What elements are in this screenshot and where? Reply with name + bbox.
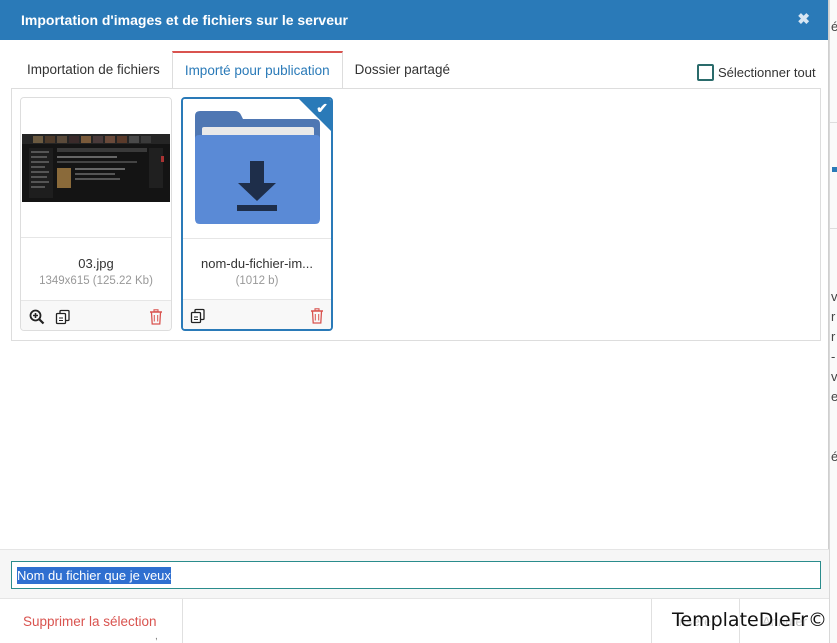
copy-icon[interactable] — [189, 307, 207, 325]
file-card-selected[interactable]: ✔ nom-du-fichier-im... (1012 b) — [181, 97, 333, 331]
background-text: r — [831, 329, 836, 344]
filename-value: Nom du fichier que je veux — [17, 566, 171, 584]
close-icon[interactable]: ✖ — [797, 10, 810, 28]
background-text: v — [831, 289, 837, 304]
zoom-icon[interactable] — [28, 308, 46, 326]
file-name: nom-du-fichier-im... — [201, 256, 313, 271]
watermark: TemplateDIeFr© — [672, 609, 827, 631]
background-page: é v r r - v e é — [829, 0, 837, 643]
tab-shared-folder[interactable]: Dossier partagé — [343, 51, 462, 88]
tab-file-import[interactable]: Importation de fichiers — [15, 51, 172, 88]
select-all-checkbox[interactable] — [697, 64, 714, 81]
filename-input[interactable]: Nom du fichier que je veux — [11, 561, 821, 589]
file-grid: 03.jpg 1349x615 (125.22 Kb) ✔ nom-du-fic… — [11, 88, 821, 341]
background-text: - — [831, 349, 836, 364]
background-text: r — [831, 309, 836, 324]
check-icon: ✔ — [316, 100, 328, 116]
select-all-toggle[interactable]: Sélectionner tout — [697, 64, 816, 81]
file-name: 03.jpg — [78, 256, 114, 271]
dialog-header: Importation d'images et de fichiers sur … — [0, 0, 828, 40]
tab-imported-for-publication[interactable]: Importé pour publication — [171, 51, 343, 89]
background-divider — [830, 122, 837, 123]
file-card[interactable]: 03.jpg 1349x615 (125.22 Kb) — [20, 97, 172, 331]
screenshot-thumbnail — [21, 98, 171, 238]
tab-bar: Importation de fichiers Importé pour pub… — [15, 51, 462, 89]
file-meta: 1349x615 (125.22 Kb) — [39, 275, 153, 287]
copy-icon[interactable] — [54, 308, 72, 326]
card-actions — [183, 299, 331, 329]
filename-bar: Nom du fichier que je veux — [0, 549, 829, 599]
background-text: é — [831, 19, 837, 34]
background-text: , — [155, 631, 158, 642]
background-text: e — [831, 389, 837, 404]
trash-icon[interactable] — [147, 308, 165, 326]
background-accent — [832, 167, 837, 172]
background-text: é — [831, 449, 837, 464]
dialog-title: Importation d'images et de fichiers sur … — [21, 12, 348, 28]
upload-dialog: Importation d'images et de fichiers sur … — [0, 0, 829, 643]
background-text: v — [831, 369, 837, 384]
card-actions — [21, 300, 171, 330]
file-meta: (1012 b) — [235, 275, 279, 287]
trash-icon[interactable] — [308, 307, 326, 325]
select-all-label: Sélectionner tout — [718, 65, 816, 80]
background-divider — [830, 228, 837, 229]
